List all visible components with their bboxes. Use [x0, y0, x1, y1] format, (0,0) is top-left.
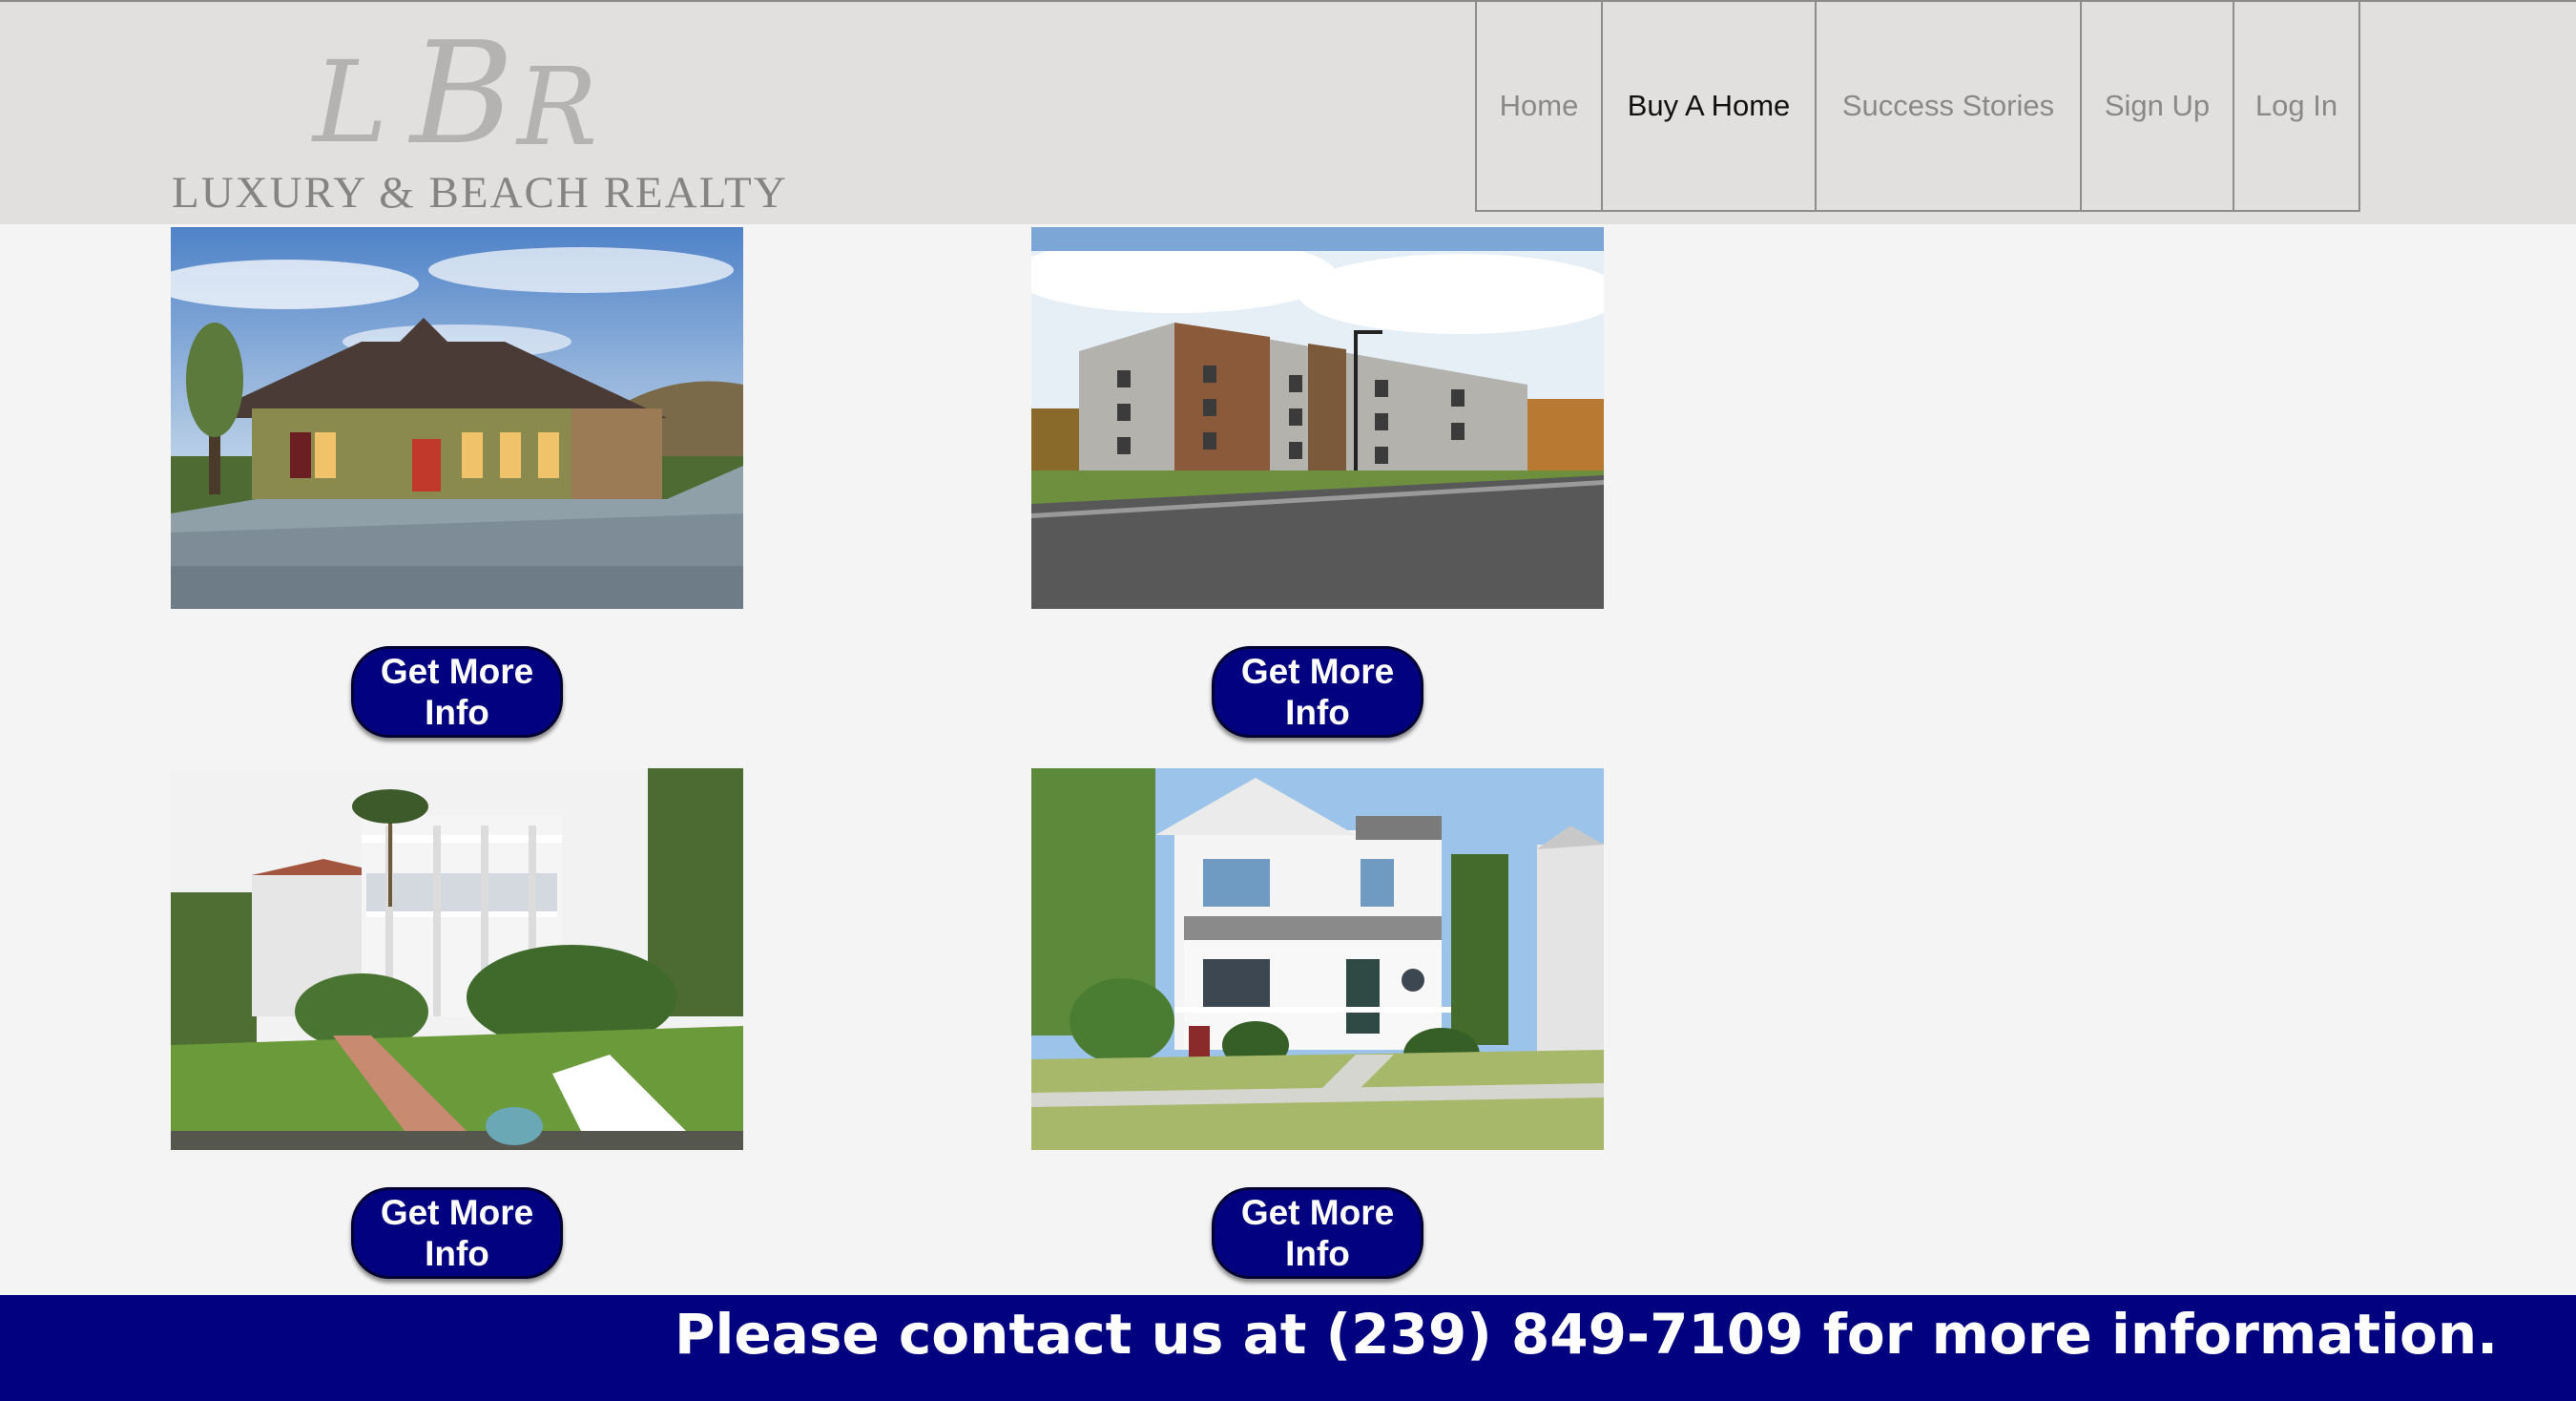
logo-text: LUXURY & BEACH REALTY [172, 168, 788, 218]
get-more-info-button-1[interactable]: Get More Info [351, 646, 563, 738]
site-header: LBR LUXURY & BEACH REALTY Home Buy A Hom… [0, 0, 2576, 224]
apartment-building-photo [1031, 227, 1604, 609]
nav-item-success-stories[interactable]: Success Stories [1815, 2, 2080, 210]
contact-text: Please contact us at (239) 849-7109 for … [675, 1302, 2499, 1367]
nav-item-home[interactable]: Home [1475, 2, 1601, 210]
nav-item-buy-a-home[interactable]: Buy A Home [1601, 2, 1815, 210]
contact-banner: Please contact us at (239) 849-7109 for … [0, 1295, 2576, 1401]
nav-item-log-in[interactable]: Log In [2233, 2, 2358, 210]
logo-monogram: LBR [313, 11, 598, 176]
nav-item-sign-up[interactable]: Sign Up [2080, 2, 2233, 210]
get-more-info-button-3[interactable]: Get More Info [351, 1187, 563, 1279]
white-two-story-house-photo [1031, 768, 1604, 1150]
get-more-info-button-4[interactable]: Get More Info [1212, 1187, 1423, 1279]
stucco-house-photo [171, 227, 743, 609]
site-logo[interactable]: LBR LUXURY & BEACH REALTY [172, 11, 788, 220]
white-beach-house-photo [171, 768, 743, 1150]
get-more-info-button-2[interactable]: Get More Info [1212, 646, 1423, 738]
main-nav: Home Buy A Home Success Stories Sign Up … [1475, 2, 2360, 212]
